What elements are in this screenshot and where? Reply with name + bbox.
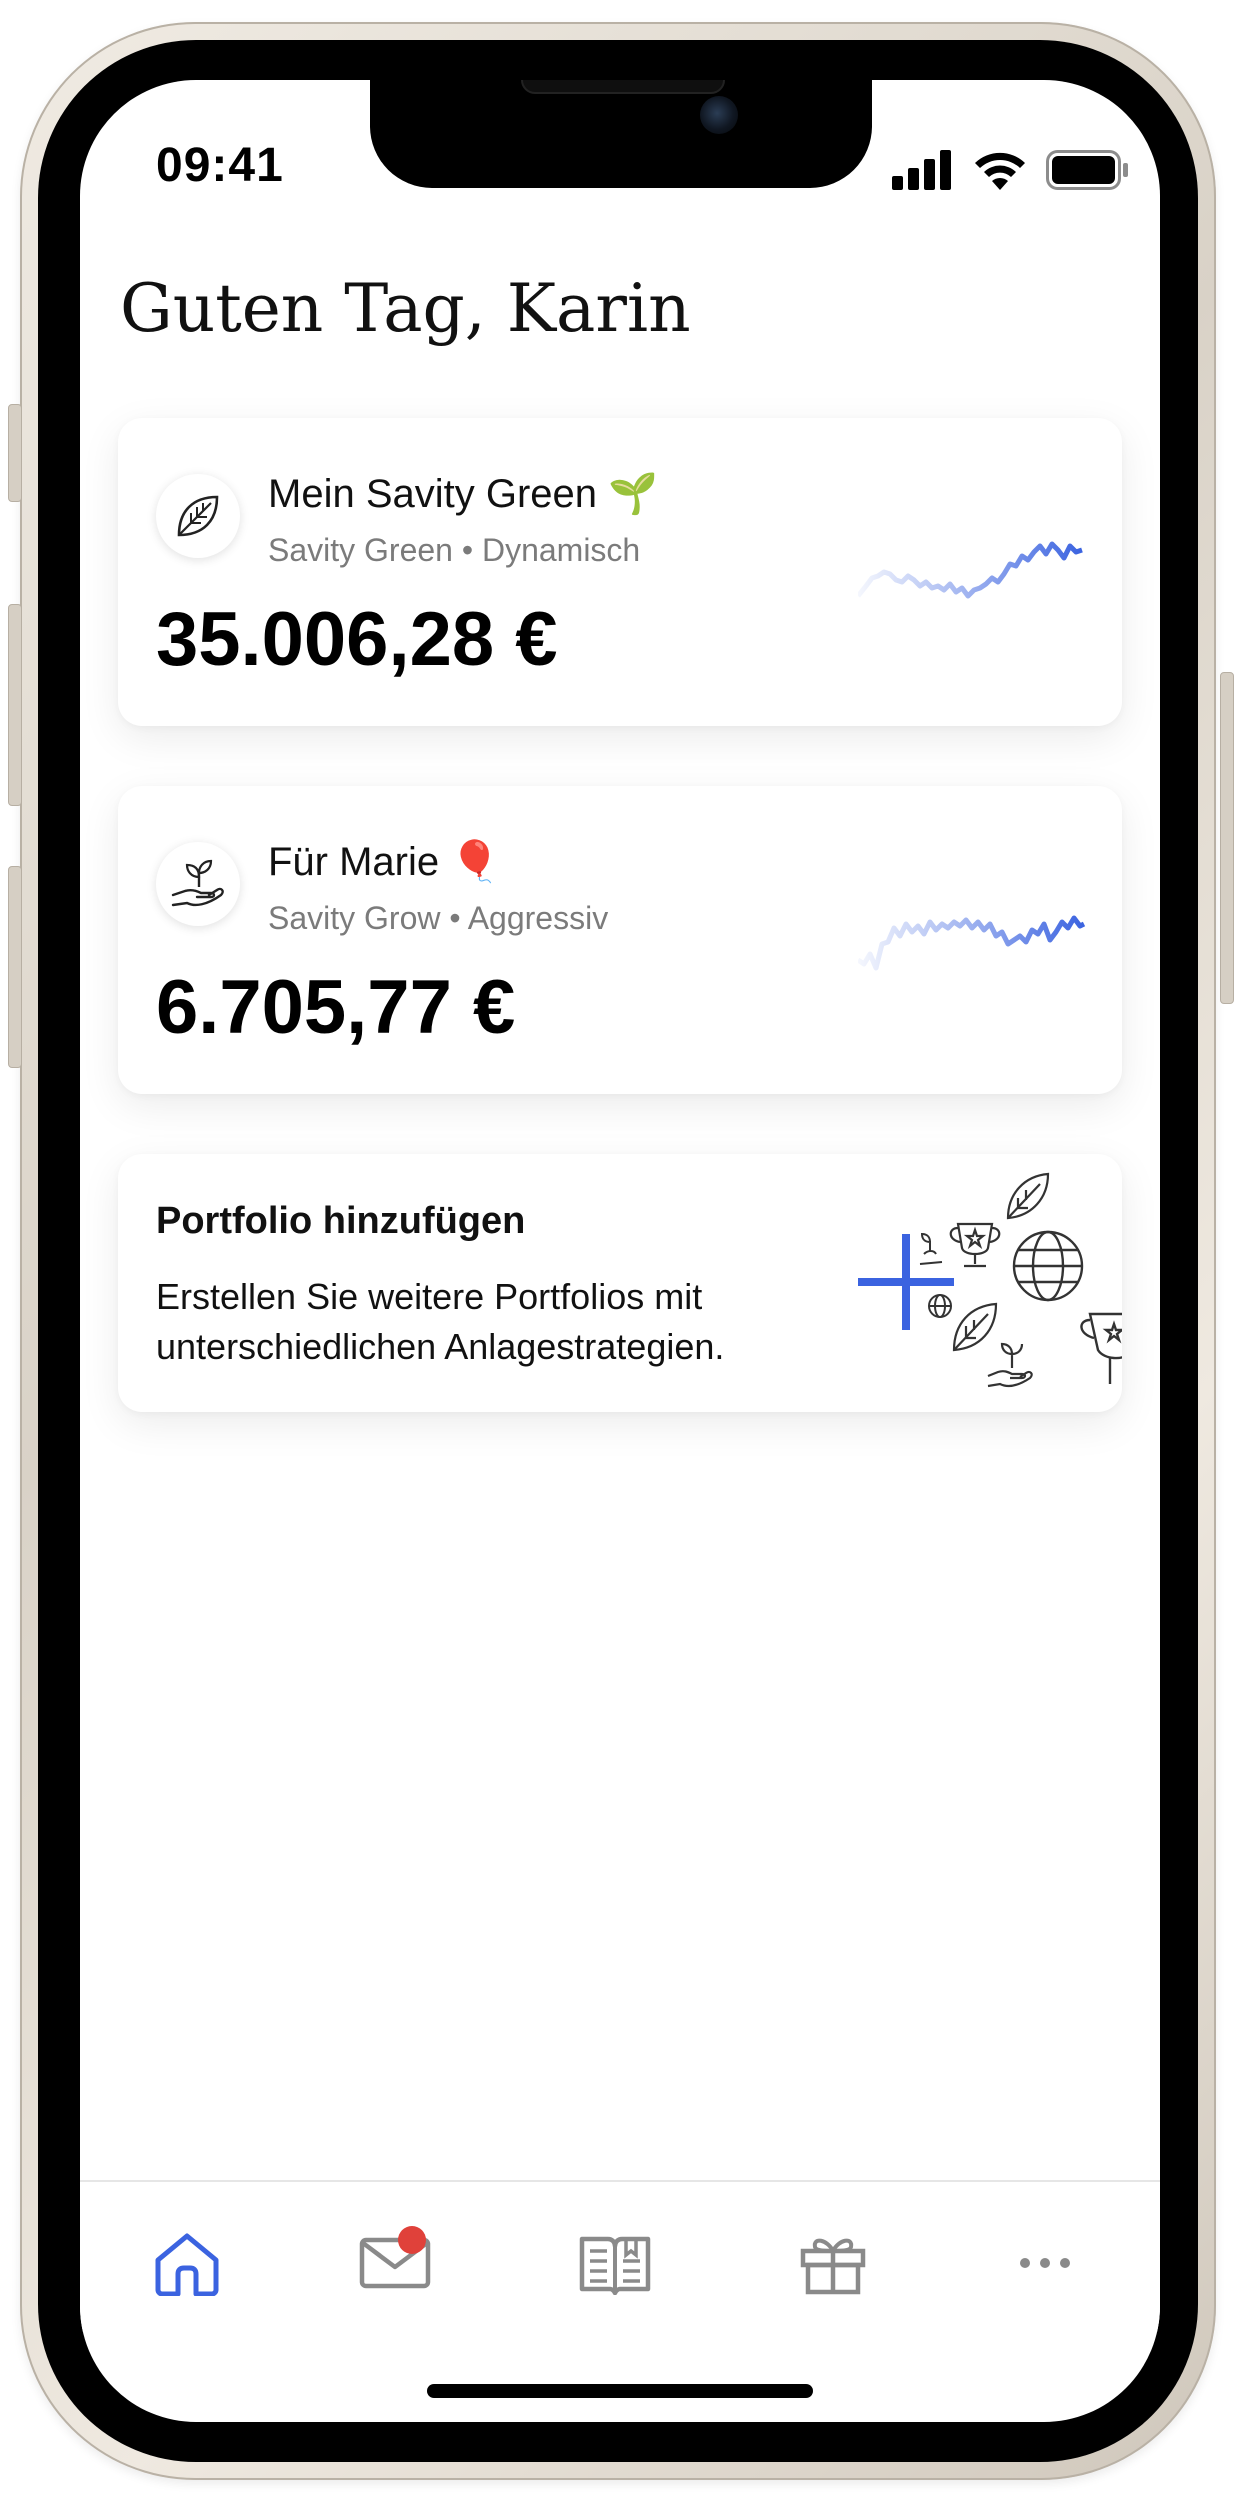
tab-messages[interactable] <box>350 2218 440 2308</box>
portfolio-name: Für Marie 🎈 <box>268 838 500 885</box>
tab-home[interactable] <box>142 2218 232 2308</box>
power-button <box>1220 672 1234 1004</box>
sparkline-chart <box>858 915 1086 971</box>
portfolio-card[interactable]: Für Marie 🎈 Savity Grow • Aggressiv 6.70… <box>118 786 1122 1094</box>
more-icon <box>1020 2258 1070 2268</box>
portfolio-name-text: Mein Savity Green <box>268 472 598 516</box>
notification-badge <box>398 2226 426 2254</box>
add-portfolio-description: Erstellen Sie weitere Portfolios mit unt… <box>156 1276 725 1367</box>
status-time: 09:41 <box>156 139 284 192</box>
sparkline-chart <box>858 541 1083 599</box>
balloon-emoji: 🎈 <box>450 840 501 884</box>
front-camera <box>700 96 738 134</box>
book-icon <box>579 2236 651 2295</box>
home-indicator <box>427 2384 813 2398</box>
greeting-heading: Guten Tag, Karin <box>120 270 691 347</box>
home-icon <box>155 2233 219 2296</box>
tab-bar <box>80 2180 1160 2332</box>
gift-icon <box>800 2238 866 2295</box>
plus-icon <box>858 1234 954 1330</box>
portfolio-strategy: Savity Grow • Aggressiv <box>268 900 609 936</box>
hand-sprout-icon <box>171 859 224 907</box>
portfolio-value: 6.705,77 € <box>156 965 516 1050</box>
add-portfolio-title: Portfolio hinzufügen <box>156 1200 526 1242</box>
volume-up-button <box>8 604 22 806</box>
leaf-icon <box>177 495 219 537</box>
portfolio-name: Mein Savity Green 🌱 <box>268 470 658 517</box>
notch <box>370 80 872 188</box>
add-portfolio-card[interactable]: Portfolio hinzufügen Erstellen Sie weite… <box>118 1154 1122 1412</box>
portfolio-strategy: Savity Green • Dynamisch <box>268 532 641 568</box>
wifi-icon <box>975 152 1025 190</box>
battery-icon <box>1046 150 1128 190</box>
portfolio-name-text: Für Marie <box>268 840 440 884</box>
tab-rewards[interactable] <box>788 2218 878 2308</box>
tab-library[interactable] <box>570 2218 660 2308</box>
volume-down-button <box>8 866 22 1068</box>
mute-switch <box>8 404 22 502</box>
screen: 09:41 Guten Tag, Karin Mein Savity Green… <box>80 80 1160 2422</box>
add-portfolio-illustration <box>858 1172 1122 1388</box>
tab-more[interactable] <box>1000 2218 1090 2308</box>
seedling-emoji: 🌱 <box>608 472 658 516</box>
portfolio-card[interactable]: Mein Savity Green 🌱 Savity Green • Dynam… <box>118 418 1122 726</box>
portfolio-icon <box>156 842 240 926</box>
signal-icon <box>892 150 951 190</box>
portfolio-icon <box>156 474 240 558</box>
status-icons <box>892 150 1130 190</box>
portfolio-value: 35.006,28 € <box>156 597 558 682</box>
